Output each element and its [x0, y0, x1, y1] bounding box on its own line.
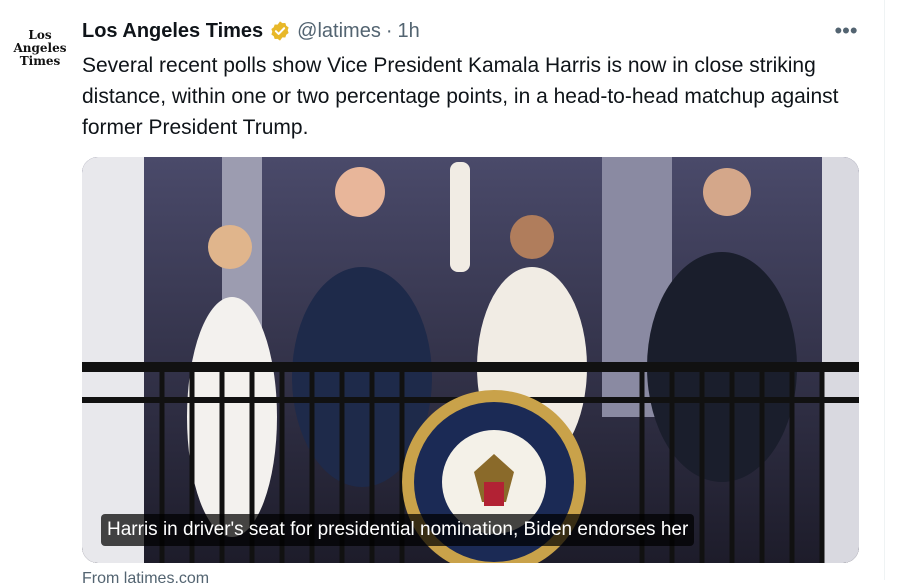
separator-dot: · [385, 19, 393, 42]
account-handle[interactable]: @latimes [297, 20, 381, 43]
account-name[interactable]: Los Angeles Times [82, 20, 263, 43]
link-source[interactable]: From latimes.com [82, 570, 209, 588]
avatar-line-1: Los [28, 27, 52, 42]
tweet-timestamp[interactable]: 1h [398, 20, 420, 43]
link-card[interactable]: Harris in driver's seat for presidential… [82, 157, 859, 563]
avatar[interactable]: Los Angeles Times [13, 22, 67, 74]
more-options-icon[interactable]: ••• [830, 18, 862, 44]
timeline-divider [884, 0, 885, 580]
card-photo [82, 157, 859, 563]
tweet-text: Several recent polls show Vice President… [82, 54, 839, 139]
avatar-line-2: Angeles [13, 40, 67, 55]
card-caption: Harris in driver's seat for presidential… [101, 514, 695, 546]
gold-verified-badge-icon[interactable] [269, 20, 291, 42]
avatar-line-3: Times [19, 53, 61, 68]
tweet-header: Los Angeles Times @latimes · 1h [82, 18, 420, 44]
